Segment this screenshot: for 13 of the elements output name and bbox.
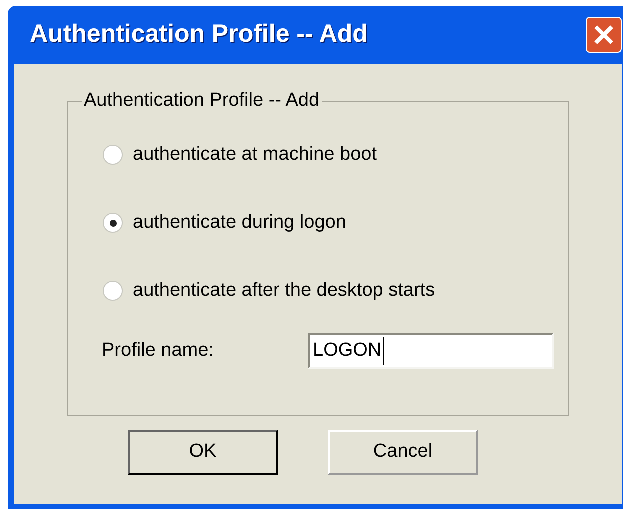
radio-label: authenticate during logon — [133, 210, 346, 235]
profile-name-label: Profile name: — [102, 338, 215, 363]
close-button[interactable] — [586, 17, 622, 53]
profile-name-field[interactable]: LOGON — [308, 333, 554, 369]
window-title: Authentication Profile -- Add — [30, 19, 368, 50]
radio-button[interactable] — [103, 213, 123, 233]
radio-button[interactable] — [103, 145, 123, 165]
cancel-button[interactable]: Cancel — [328, 430, 478, 475]
close-icon — [593, 24, 615, 46]
radio-button[interactable] — [103, 281, 123, 301]
ok-button[interactable]: OK — [128, 430, 278, 475]
radio-label: authenticate after the desktop starts — [133, 278, 436, 303]
radio-label: authenticate at machine boot — [133, 142, 378, 167]
